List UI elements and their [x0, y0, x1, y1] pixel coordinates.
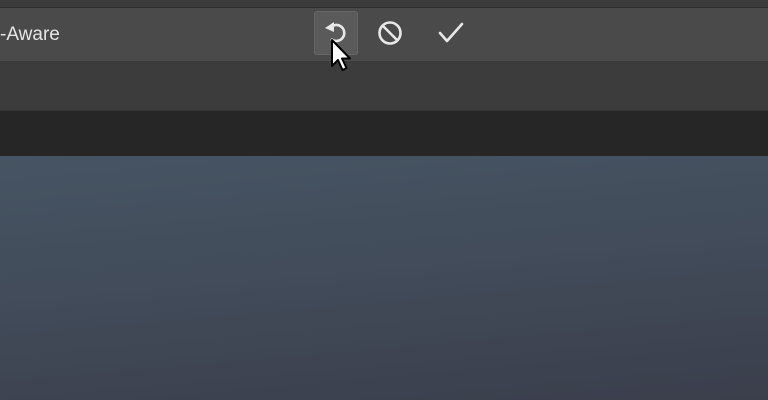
commit-transform-button[interactable] [429, 11, 473, 55]
cancel-transform-button[interactable] [368, 11, 412, 55]
document-tab-bar [0, 111, 768, 156]
document-canvas[interactable] [0, 156, 768, 400]
cancel-transform-icon [378, 21, 402, 45]
reset-transform-button[interactable] [314, 11, 358, 55]
photoshop-window: -Aware [0, 0, 768, 400]
secondary-toolbar-strip [0, 62, 768, 111]
menu-bar-edge [0, 0, 768, 8]
content-aware-checkbox-label[interactable]: -Aware [0, 23, 60, 47]
commit-checkmark-icon [438, 22, 464, 43]
reset-transform-icon [325, 22, 346, 43]
options-bar: -Aware [0, 8, 768, 62]
